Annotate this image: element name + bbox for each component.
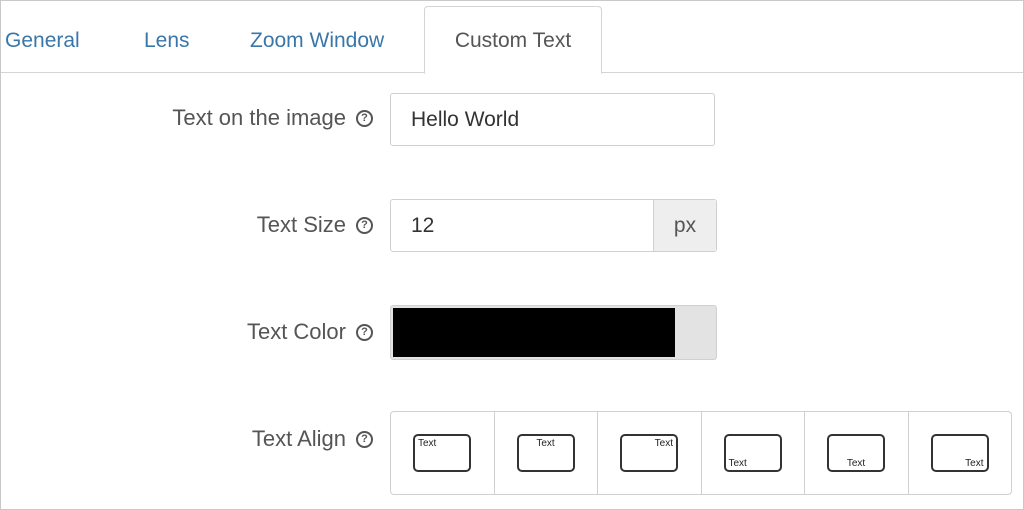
align-sample-text: Text (654, 438, 673, 449)
text-color-picker[interactable] (390, 305, 717, 360)
tab-lens[interactable]: Lens (144, 1, 190, 71)
align-top-right-icon: Text (620, 434, 678, 472)
align-top-center-option[interactable]: Text (495, 412, 598, 494)
align-sample-text: Text (846, 458, 866, 469)
align-sample-text: Text (728, 458, 747, 469)
text-on-image-label-text: Text on the image (172, 105, 346, 130)
align-sample-text: Text (418, 438, 437, 449)
help-icon[interactable]: ? (356, 109, 373, 127)
tab-bar: General Lens Zoom Window Custom Text (1, 1, 1023, 74)
align-bottom-center-icon: Text (827, 434, 885, 472)
tab-custom-text[interactable]: Custom Text (424, 6, 602, 74)
text-size-input[interactable]: 12 px (390, 199, 717, 252)
help-icon[interactable]: ? (356, 216, 373, 234)
text-size-label-text: Text Size (256, 212, 346, 237)
help-icon[interactable]: ? (356, 323, 373, 341)
text-color-label: Text Color ? (247, 319, 373, 345)
align-bottom-right-icon: Text (930, 434, 989, 472)
align-sample-text: Text (965, 458, 984, 469)
align-top-right-option[interactable]: Text (598, 412, 702, 494)
text-on-image-input[interactable]: Hello World (390, 93, 715, 146)
settings-panel: General Lens Zoom Window Custom Text Tex… (0, 0, 1024, 510)
align-bottom-left-icon: Text (723, 434, 782, 472)
align-bottom-right-option[interactable]: Text (909, 412, 1012, 494)
help-icon[interactable]: ? (356, 430, 373, 448)
text-on-image-label: Text on the image ? (172, 105, 373, 131)
color-swatch[interactable] (393, 308, 675, 357)
text-align-label: Text Align ? (252, 426, 373, 452)
align-sample-text: Text (536, 438, 555, 449)
align-top-left-icon: Text (413, 434, 471, 472)
text-align-label-text: Text Align (251, 426, 346, 451)
text-size-label: Text Size ? (257, 212, 373, 238)
tab-zoom-window[interactable]: Zoom Window (250, 1, 384, 71)
text-color-label-text: Text Color (246, 319, 346, 344)
align-top-center-icon: Text (516, 434, 575, 472)
text-on-image-value: Hello World (411, 107, 520, 131)
align-bottom-left-option[interactable]: Text (702, 412, 805, 494)
align-top-left-option[interactable]: Text (391, 412, 495, 494)
text-align-options: Text Text Text Text Text Text (390, 411, 1012, 495)
text-size-value: 12 (411, 213, 435, 237)
unit-addon: px (653, 200, 716, 251)
align-bottom-center-option[interactable]: Text (805, 412, 909, 494)
tab-general[interactable]: General (5, 1, 80, 71)
